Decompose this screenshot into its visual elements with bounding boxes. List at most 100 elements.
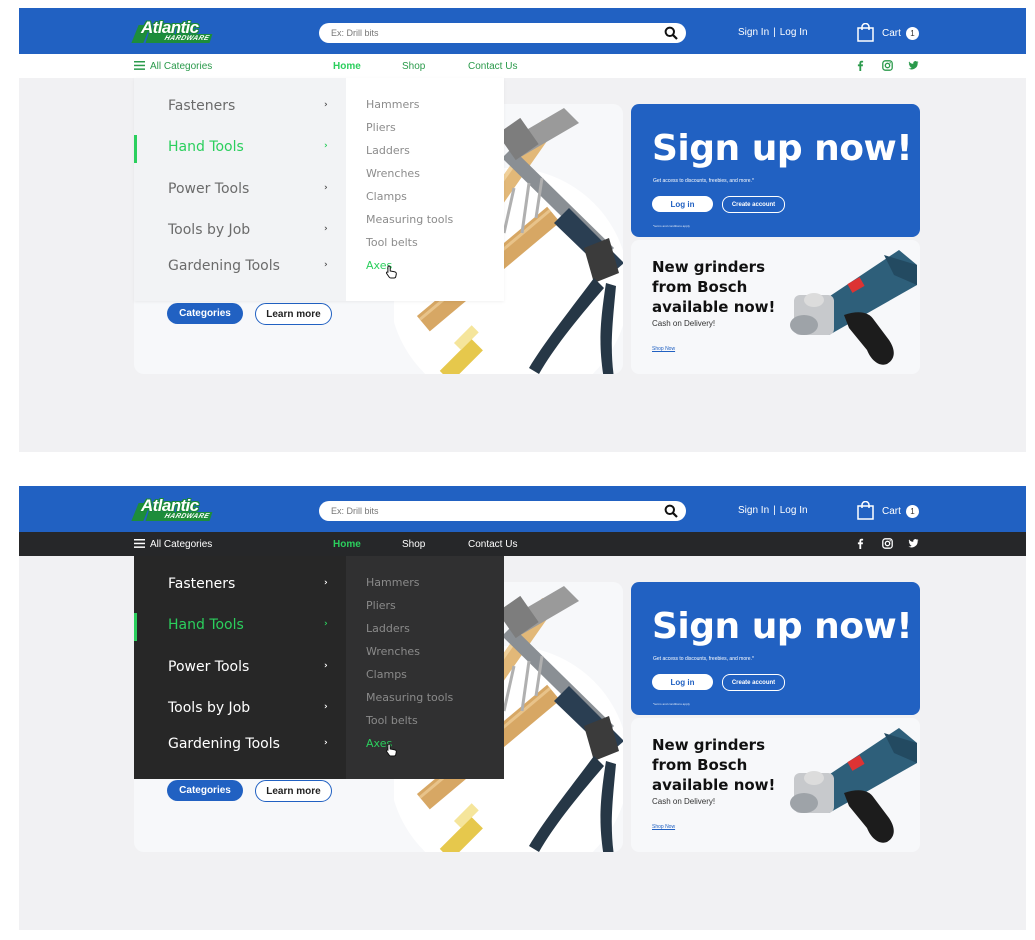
log-in-link[interactable]: Log In [780, 505, 808, 516]
top-header: Atlantic HARDWARE Sign In | Log In Cart 1 [19, 486, 1026, 532]
chevron-right-icon: › [324, 141, 328, 151]
chevron-right-icon: › [324, 661, 328, 671]
auth-separator: | [773, 27, 776, 38]
facebook-icon[interactable] [855, 538, 866, 549]
promo-card: New grinders from Bosch available now! C… [631, 718, 920, 852]
nav-shop[interactable]: Shop [402, 61, 425, 72]
learn-more-button[interactable]: Learn more [255, 780, 332, 802]
instagram-icon[interactable] [882, 538, 893, 549]
menu-item-label: Hand Tools [168, 617, 244, 633]
instagram-icon[interactable] [882, 60, 893, 71]
shopping-bag-icon [857, 23, 874, 42]
promo-card: New grinders from Bosch available now! C… [631, 240, 920, 374]
create-account-button[interactable]: Create account [722, 196, 785, 213]
search-input[interactable] [331, 25, 651, 41]
signup-title: Sign up now! [652, 606, 913, 647]
category-column: Fasteners › Hand Tools › Power Tools › T… [134, 556, 346, 779]
chevron-right-icon: › [324, 702, 328, 712]
all-categories-label: All Categories [150, 61, 213, 72]
submenu-item-wrenches[interactable]: Wrenches [366, 645, 420, 658]
shop-now-link[interactable]: Shop Now [652, 346, 675, 352]
categories-button[interactable]: Categories [167, 303, 243, 324]
chevron-right-icon: › [324, 224, 328, 234]
menu-item-label: Tools by Job [168, 222, 251, 238]
signup-card: Sign up now! Get access to discounts, fr… [631, 582, 920, 715]
angle-grinder-image [790, 728, 917, 843]
terms-note: *terms and conditions apply [653, 224, 690, 228]
chevron-right-icon: › [324, 260, 328, 270]
menu-item-label: Gardening Tools [168, 258, 280, 274]
signup-subtitle: Get access to discounts, freebies, and m… [653, 656, 754, 662]
submenu-item-measuring-tools[interactable]: Measuring tools [366, 213, 453, 226]
menu-item-label: Tools by Job [168, 700, 251, 716]
light-theme-frame: Atlantic HARDWARE Sign In|Log In Cart 1 … [19, 8, 1026, 452]
menu-item-label: Power Tools [168, 181, 250, 197]
categories-button[interactable]: Categories [167, 780, 243, 801]
log-in-link[interactable]: Log In [780, 27, 808, 38]
nav-home[interactable]: Home [333, 61, 361, 72]
active-indicator [134, 135, 137, 163]
menu-item-label: Gardening Tools [168, 736, 280, 752]
signup-login-button[interactable]: Log in [652, 196, 713, 212]
search-input[interactable] [331, 503, 651, 519]
promo-subtitle: Cash on Delivery! [652, 319, 716, 328]
nav-contact-us[interactable]: Contact Us [468, 61, 517, 72]
auth-links: Sign In | Log In [738, 505, 808, 516]
atlantic-hardware-logo[interactable]: Atlantic HARDWARE [131, 496, 215, 523]
chevron-right-icon: › [324, 578, 328, 588]
submenu-item-measuring-tools[interactable]: Measuring tools [366, 691, 453, 704]
submenu-item-pliers[interactable]: Pliers [366, 121, 396, 134]
auth-separator: | [773, 505, 776, 516]
nav-bar: All Categories Home Shop Contact Us [19, 54, 1026, 78]
submenu-item-ladders[interactable]: Ladders [366, 144, 410, 157]
active-indicator [134, 613, 137, 641]
hand-pointer-cursor-icon [385, 743, 397, 757]
shop-now-link[interactable]: Shop Now [652, 824, 675, 830]
sign-in-link[interactable]: Sign In [738, 505, 769, 516]
signup-subtitle: Get access to discounts, freebies, and m… [653, 178, 754, 184]
sign-in-link[interactable]: Sign In [738, 27, 769, 38]
category-column: Fasteners › Hand Tools › Power Tools › T… [134, 78, 346, 301]
search-icon[interactable] [664, 504, 678, 518]
submenu-item-hammers[interactable]: Hammers [366, 576, 419, 589]
search-icon[interactable] [664, 26, 678, 40]
hand-pointer-cursor-icon [385, 265, 397, 279]
twitter-icon[interactable] [908, 60, 919, 71]
search-bar [319, 23, 686, 43]
submenu-item-pliers[interactable]: Pliers [366, 599, 396, 612]
hamburger-menu-icon [134, 61, 145, 70]
submenu-item-tool-belts[interactable]: Tool belts [366, 236, 418, 249]
submenu-item-wrenches[interactable]: Wrenches [366, 167, 420, 180]
submenu-item-hammers[interactable]: Hammers [366, 98, 419, 111]
submenu-item-clamps[interactable]: Clamps [366, 668, 407, 681]
hamburger-menu-icon [134, 539, 145, 548]
categories-dropdown-menu: Fasteners › Hand Tools › Power Tools › T… [134, 556, 504, 779]
nav-contact-us[interactable]: Contact Us [468, 539, 517, 550]
submenu-item-tool-belts[interactable]: Tool belts [366, 714, 418, 727]
shopping-bag-icon [857, 501, 874, 520]
nav-shop[interactable]: Shop [402, 539, 425, 550]
chevron-right-icon: › [324, 619, 328, 629]
nav-home[interactable]: Home [333, 539, 361, 550]
cart-count-badge: 1 [906, 505, 919, 518]
all-categories-toggle[interactable]: All Categories [134, 61, 212, 72]
all-categories-toggle[interactable]: All Categories [134, 539, 212, 550]
facebook-icon[interactable] [855, 60, 866, 71]
atlantic-hardware-logo[interactable]: Atlantic HARDWARE [131, 18, 215, 45]
submenu-item-ladders[interactable]: Ladders [366, 622, 410, 635]
promo-title: New grinders from Bosch available now! [652, 258, 776, 316]
menu-item-label: Hand Tools [168, 139, 244, 155]
promo-title: New grinders from Bosch available now! [652, 736, 776, 794]
categories-dropdown-menu: Fasteners › Hand Tools › Power Tools › T… [134, 78, 504, 301]
chevron-right-icon: › [324, 738, 328, 748]
all-categories-label: All Categories [150, 539, 213, 550]
learn-more-button[interactable]: Learn more [255, 303, 332, 325]
create-account-button[interactable]: Create account [722, 674, 785, 691]
chevron-right-icon: › [324, 100, 328, 110]
signup-login-button[interactable]: Log in [652, 674, 713, 690]
submenu-item-clamps[interactable]: Clamps [366, 190, 407, 203]
twitter-icon[interactable] [908, 538, 919, 549]
menu-item-label: Fasteners [168, 98, 236, 114]
cart-label: Cart [882, 506, 901, 517]
top-header: Atlantic HARDWARE Sign In | Log In Cart 1 [19, 8, 1026, 54]
